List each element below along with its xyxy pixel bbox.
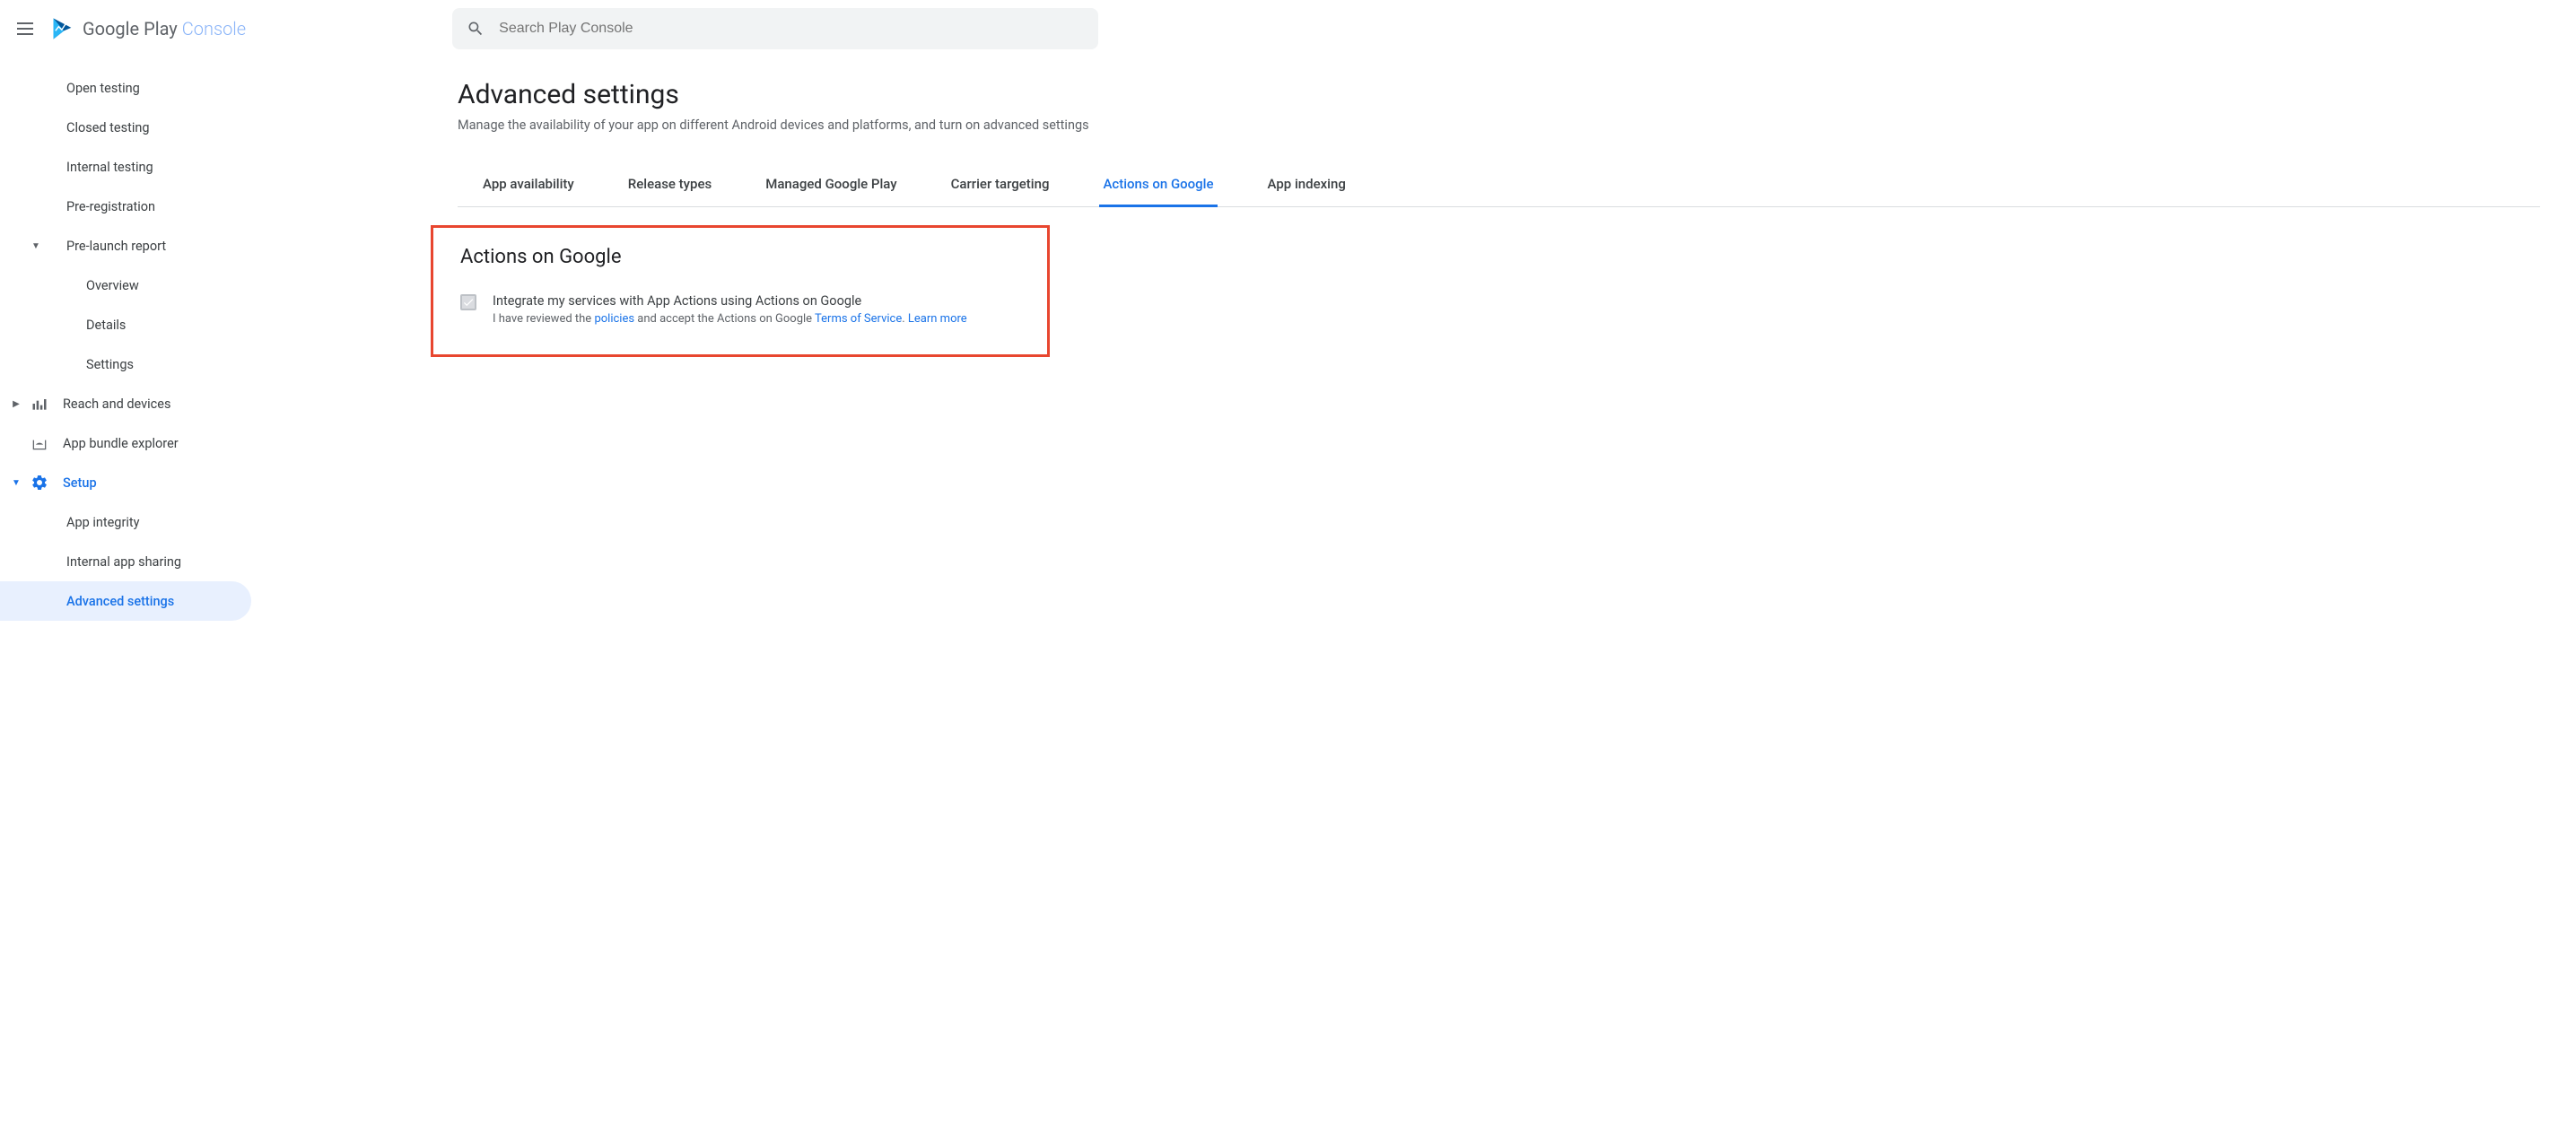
- main-content: Advanced settings Manage the availabilit…: [260, 57, 2576, 621]
- sidebar-item-reach-devices[interactable]: ▶ Reach and devices: [0, 384, 260, 423]
- tab-release-types[interactable]: Release types: [624, 165, 715, 207]
- logo-text: Google Play Console: [83, 18, 246, 39]
- integrate-checkbox[interactable]: [460, 294, 476, 310]
- search-input[interactable]: [499, 21, 1084, 37]
- tab-app-indexing[interactable]: App indexing: [1264, 165, 1349, 207]
- hamburger-menu-icon[interactable]: [14, 18, 36, 39]
- page-subtitle: Manage the availability of your app on d…: [458, 118, 2540, 133]
- search-box[interactable]: [452, 8, 1098, 49]
- sidebar-item-details[interactable]: Details: [0, 305, 260, 344]
- page-title: Advanced settings: [458, 79, 2540, 110]
- checkbox-subtext: I have reviewed the policies and accept …: [493, 312, 967, 326]
- tab-managed-google-play[interactable]: Managed Google Play: [762, 165, 900, 207]
- tab-app-availability[interactable]: App availability: [479, 165, 578, 207]
- highlight-box: Actions on Google Integrate my services …: [431, 225, 1050, 357]
- check-icon: [462, 296, 475, 309]
- learn-more-link[interactable]: Learn more: [908, 312, 967, 326]
- gear-icon: [29, 472, 50, 493]
- sidebar-item-open-testing[interactable]: Open testing: [0, 68, 260, 108]
- sidebar-item-internal-app-sharing[interactable]: Internal app sharing: [0, 542, 260, 581]
- tabs: App availability Release types Managed G…: [458, 165, 2540, 207]
- sidebar-item-settings[interactable]: Settings: [0, 344, 260, 384]
- logo[interactable]: Google Play Console: [50, 16, 246, 41]
- section-title: Actions on Google: [460, 246, 1020, 268]
- tab-actions-on-google[interactable]: Actions on Google: [1099, 165, 1217, 207]
- sidebar-item-advanced-settings[interactable]: Advanced settings: [0, 581, 251, 621]
- checkbox-label: Integrate my services with App Actions u…: [493, 293, 967, 309]
- sidebar: Open testing Closed testing Internal tes…: [0, 57, 260, 621]
- policies-link[interactable]: policies: [594, 312, 634, 326]
- caret-down-icon: ▼: [7, 478, 25, 488]
- search-icon: [467, 20, 485, 38]
- sidebar-item-app-integrity[interactable]: App integrity: [0, 502, 260, 542]
- sidebar-item-pre-launch-report[interactable]: ▼ Pre-launch report: [0, 226, 260, 266]
- caret-down-icon: ▼: [27, 241, 45, 251]
- bars-icon: [29, 393, 50, 414]
- android-box-icon: [29, 432, 50, 454]
- sidebar-item-app-bundle-explorer[interactable]: App bundle explorer: [0, 423, 260, 463]
- tab-carrier-targeting[interactable]: Carrier targeting: [947, 165, 1053, 207]
- sidebar-item-closed-testing[interactable]: Closed testing: [0, 108, 260, 147]
- play-logo-icon: [50, 16, 75, 41]
- sidebar-item-internal-testing[interactable]: Internal testing: [0, 147, 260, 187]
- caret-right-icon: ▶: [7, 399, 25, 409]
- sidebar-item-setup[interactable]: ▼ Setup: [0, 463, 260, 502]
- header: Google Play Console: [0, 0, 2576, 57]
- sidebar-item-pre-registration[interactable]: Pre-registration: [0, 187, 260, 226]
- sidebar-item-overview[interactable]: Overview: [0, 266, 260, 305]
- tos-link[interactable]: Terms of Service: [815, 312, 902, 326]
